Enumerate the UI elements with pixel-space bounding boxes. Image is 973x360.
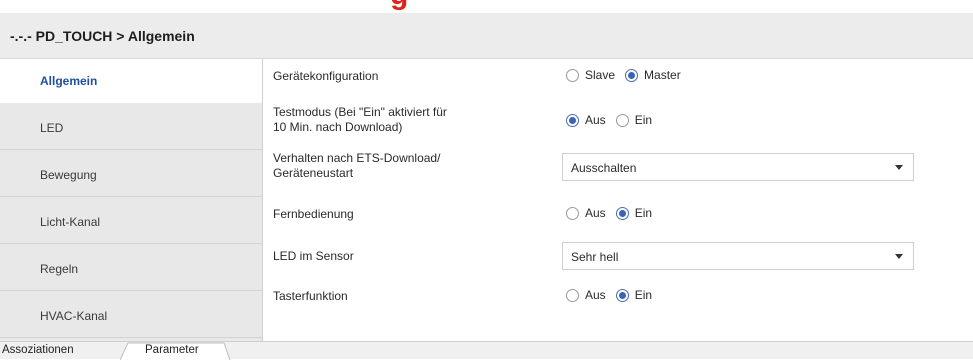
radio-label: Master: [644, 68, 681, 82]
select-led-im-sensor[interactable]: Sehr hell: [562, 242, 914, 270]
page-title: -.-.- PD_TOUCH > Allgemein: [10, 28, 195, 44]
sidebar-item-bewegung[interactable]: Bewegung: [0, 153, 262, 197]
radio-aus[interactable]: [566, 288, 579, 302]
radio-label: Aus: [585, 206, 606, 220]
radio-option-aus[interactable]: Aus: [566, 206, 606, 220]
tab-parameter[interactable]: Parameter: [130, 343, 230, 360]
radio-ein[interactable]: [615, 288, 629, 302]
tab-label: Parameter: [145, 344, 199, 356]
radio-option-ein[interactable]: Ein: [615, 113, 653, 127]
radio-option-ein[interactable]: Ein: [615, 206, 653, 220]
radio-label: Ein: [634, 113, 653, 127]
parameter-panel: Gerätekonfiguration Slave Master Testmod…: [263, 59, 973, 341]
radio-option-master[interactable]: Master: [625, 68, 681, 82]
tab-assoziationen[interactable]: Assoziationen: [0, 343, 124, 360]
select-value: Sehr hell: [571, 250, 619, 264]
sidebar-item-led[interactable]: LED: [0, 106, 262, 150]
param-label: Gerätekonfiguration: [273, 69, 379, 83]
select-verhalten[interactable]: Ausschalten: [562, 153, 914, 181]
cropped-red-heading: g: [0, 0, 973, 12]
radio-ein[interactable]: [615, 206, 629, 220]
sidebar-item-hvac-kanal[interactable]: HVAC-Kanal: [0, 294, 262, 338]
param-label-line1: Verhalten nach ETS-Download/: [273, 151, 441, 165]
sidebar-item-regeln[interactable]: Regeln: [0, 247, 262, 291]
select-value: Ausschalten: [571, 161, 637, 175]
sidebar-item-label: Allgemein: [40, 74, 98, 88]
radio-label: Aus: [585, 113, 606, 127]
breadcrumb-header: -.-.- PD_TOUCH > Allgemein: [0, 13, 973, 59]
param-label-line2: 10 Min. nach Download): [273, 120, 403, 134]
chevron-down-icon: [895, 254, 903, 259]
radio-group-tasterfunktion: Aus Ein: [566, 288, 662, 302]
param-label: LED im Sensor: [273, 249, 354, 263]
radio-group-fernbedienung: Aus Ein: [566, 206, 662, 220]
radio-option-slave[interactable]: Slave: [566, 68, 615, 82]
sidebar-item-label: HVAC-Kanal: [40, 309, 108, 323]
radio-label: Ein: [634, 288, 653, 302]
radio-slave[interactable]: [566, 68, 579, 82]
sidebar-item-label: Bewegung: [40, 168, 97, 182]
radio-option-aus[interactable]: Aus: [566, 288, 606, 302]
radio-master[interactable]: [625, 68, 639, 82]
radio-label: Ein: [634, 206, 653, 220]
bottom-tab-bar: Assoziationen Parameter: [0, 341, 973, 360]
radio-label: Aus: [585, 288, 606, 302]
sidebar-item-licht-kanal[interactable]: Licht-Kanal: [0, 200, 262, 244]
radio-option-aus[interactable]: Aus: [566, 113, 606, 127]
radio-option-ein[interactable]: Ein: [615, 288, 653, 302]
param-label: Tasterfunktion: [273, 289, 348, 303]
radio-aus[interactable]: [566, 113, 579, 127]
chevron-down-icon: [895, 165, 903, 170]
tab-label: Assoziationen: [2, 344, 74, 356]
radio-group-geraetekonfiguration: Slave Master: [566, 68, 691, 82]
sidebar-item-allgemein[interactable]: Allgemein: [0, 59, 262, 103]
radio-label: Slave: [585, 68, 616, 82]
radio-aus[interactable]: [566, 206, 579, 220]
radio-ein[interactable]: [615, 113, 629, 127]
param-label-line2: Geräteneustart: [273, 166, 354, 180]
sidebar: Allgemein LED Bewegung Licht-Kanal Regel…: [0, 59, 263, 341]
param-label: Fernbedienung: [273, 207, 354, 221]
sidebar-item-label: LED: [40, 121, 64, 135]
sidebar-item-label: Regeln: [40, 262, 79, 276]
radio-group-testmodus: Aus Ein: [566, 113, 662, 127]
param-label-line1: Testmodus (Bei "Ein" aktiviert für: [273, 105, 447, 119]
sidebar-item-label: Licht-Kanal: [40, 215, 101, 229]
